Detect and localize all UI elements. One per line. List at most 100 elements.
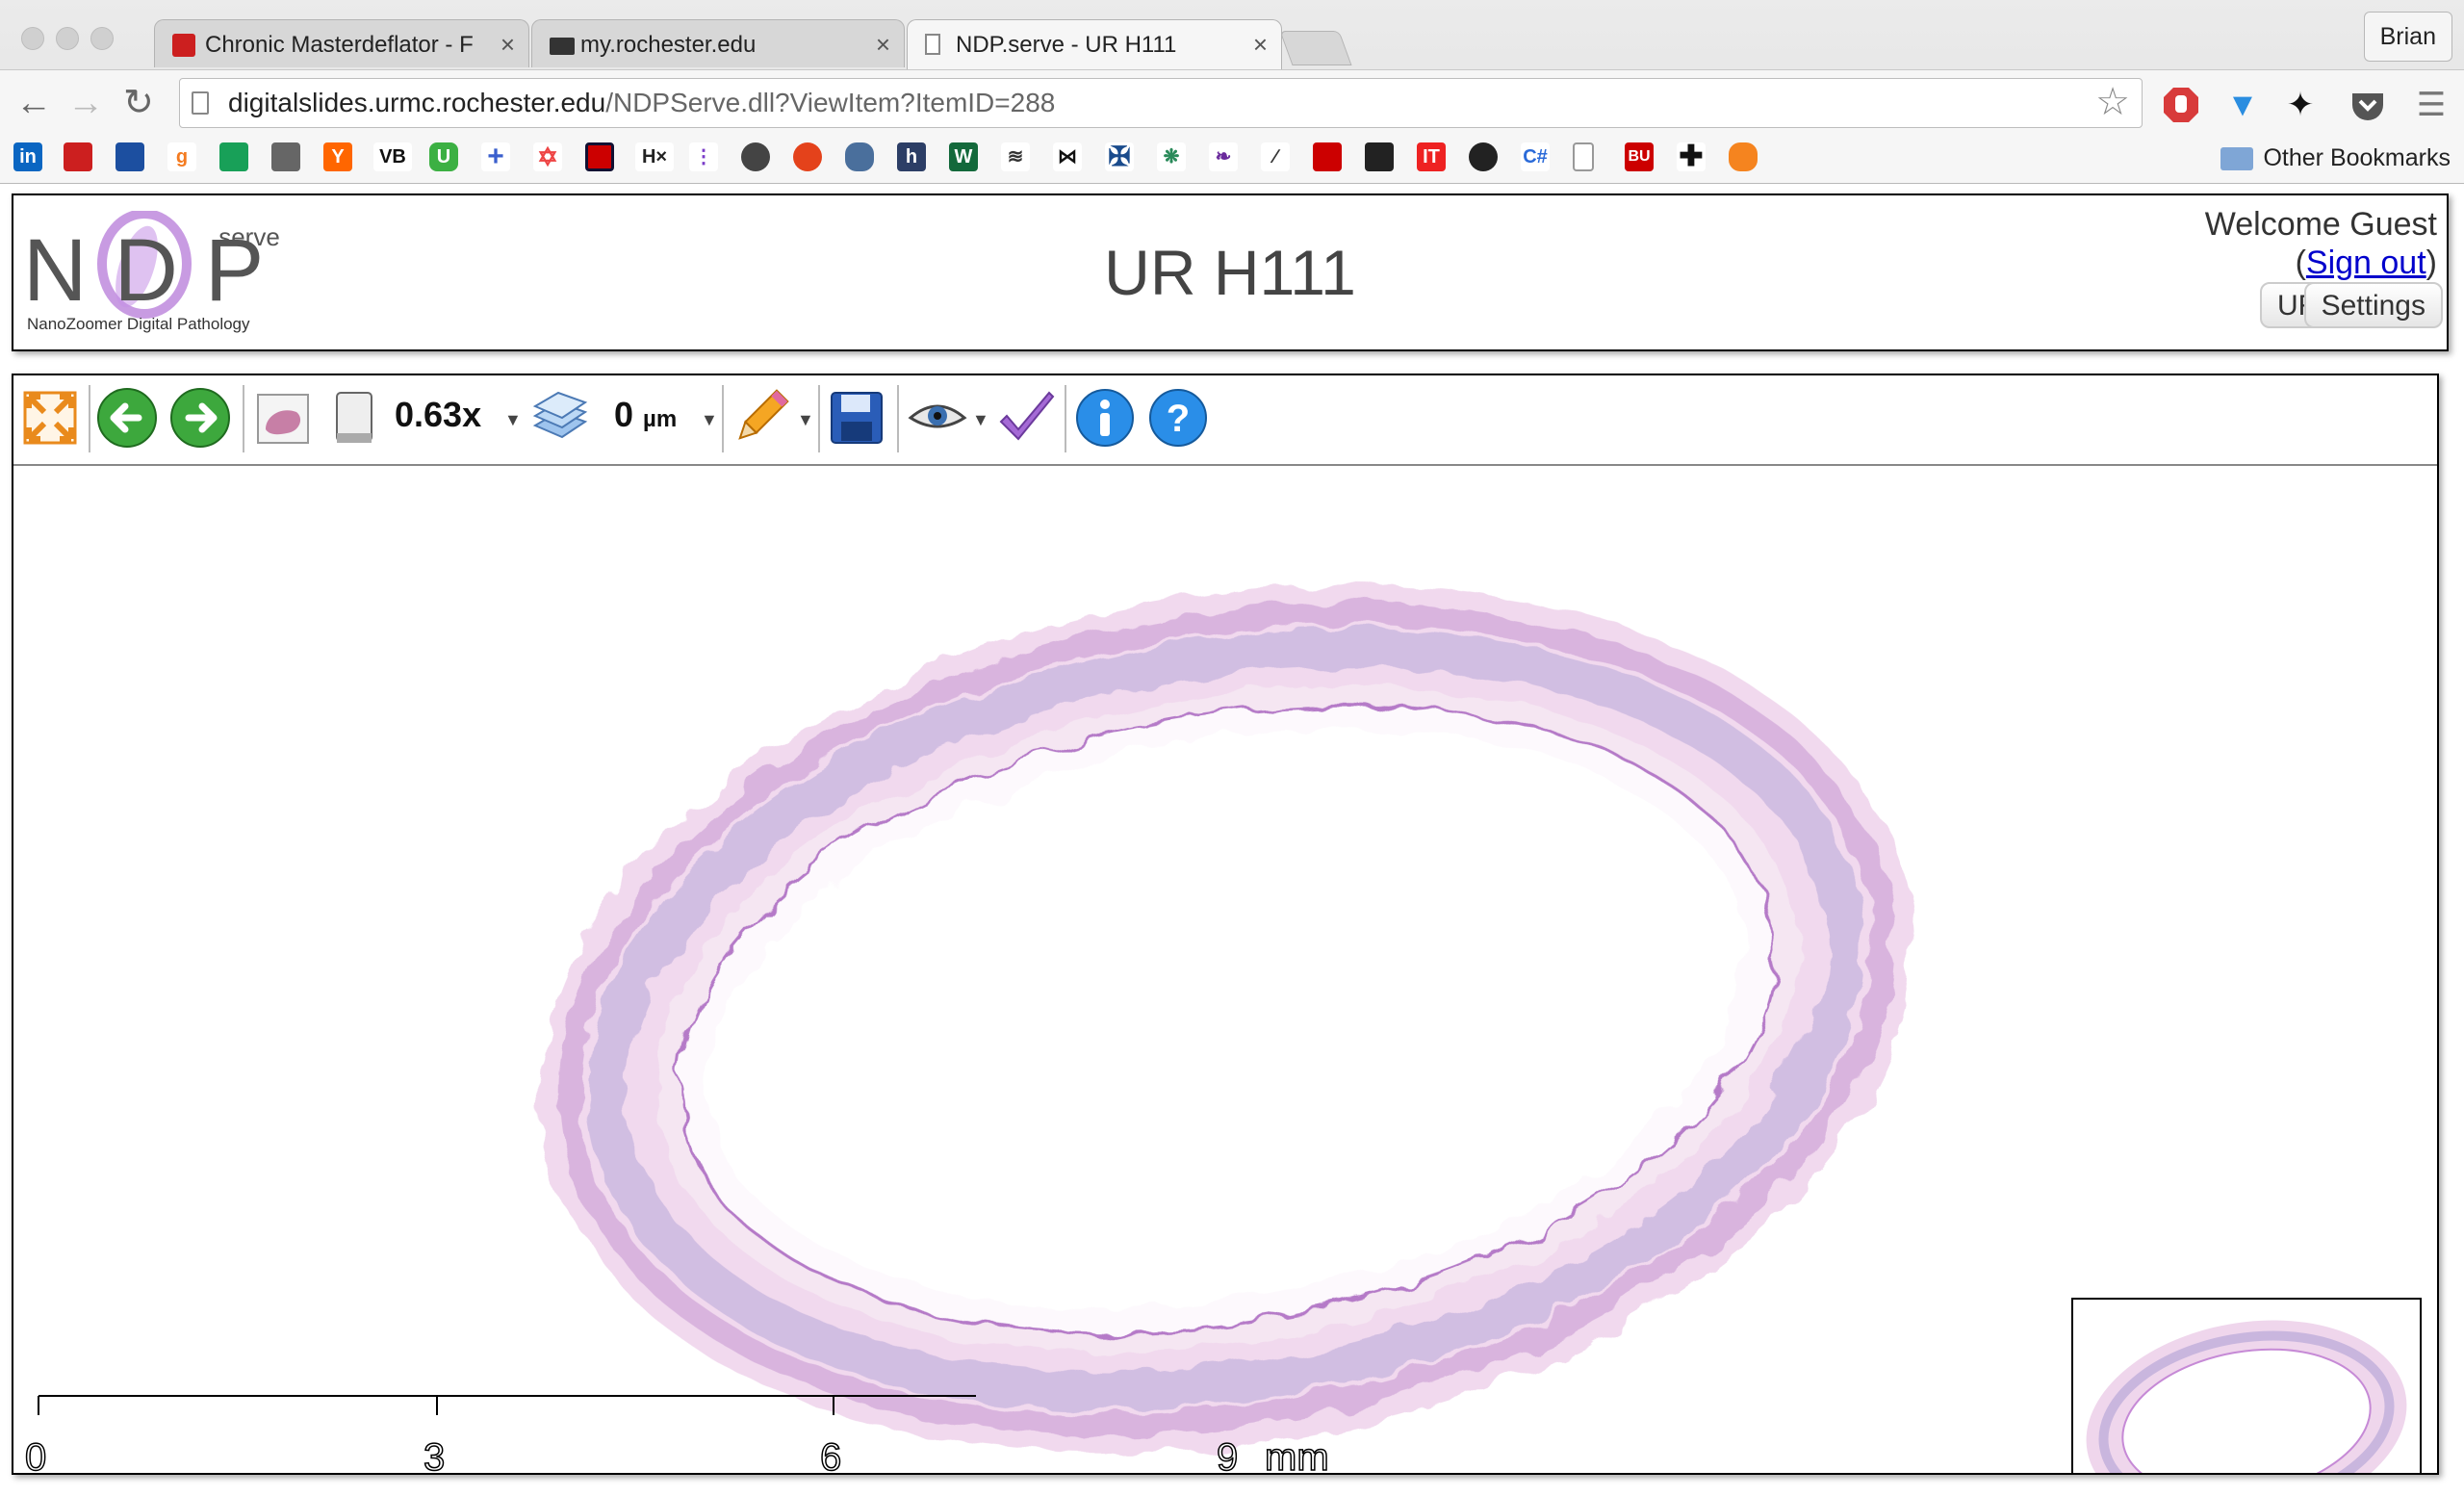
zoom-level[interactable]: 0.63x [395, 395, 481, 435]
settings-button[interactable]: Settings [2303, 282, 2443, 328]
tab-close-icon[interactable]: × [876, 30, 890, 60]
focus-unit: µm [643, 406, 678, 432]
rochester-icon [550, 38, 575, 55]
fit-to-view-icon[interactable] [19, 387, 81, 449]
paren-close: ) [2426, 245, 2437, 281]
scale-bar-ticks [38, 1395, 976, 1415]
dark-bookmark[interactable] [1365, 142, 1394, 171]
bank-bookmark[interactable] [116, 142, 144, 171]
back-icon[interactable]: ← [15, 82, 52, 124]
hexagon-bookmark[interactable] [1729, 142, 1758, 171]
bu-bookmark[interactable]: BU [1625, 142, 1654, 171]
pinwheel-bookmark[interactable]: ✡ [533, 142, 562, 171]
news-bookmark[interactable] [271, 142, 300, 171]
previous-slide-icon[interactable] [96, 387, 158, 449]
check-icon[interactable] [995, 387, 1057, 449]
sign-out-link[interactable]: Sign out [2306, 245, 2426, 281]
vb-bookmark[interactable]: VB [373, 142, 412, 171]
pocket-icon[interactable] [2348, 86, 2387, 124]
linkedin-bookmark[interactable]: in [13, 142, 42, 171]
bookmark-star-icon[interactable]: ☆ [2095, 83, 2130, 121]
csharp-bookmark[interactable]: C# [1521, 142, 1550, 171]
dots-bookmark[interactable]: ⋮ [689, 142, 718, 171]
hx-bookmark[interactable]: H× [635, 142, 674, 171]
new-tab-button[interactable] [1279, 31, 1352, 65]
info-icon[interactable] [1074, 387, 1136, 449]
feather-bookmark[interactable]: ❧ [1209, 142, 1238, 171]
welcome-area: Welcome Guest (Sign out) [2205, 205, 2437, 282]
network-bookmark[interactable]: ❋ [1157, 142, 1186, 171]
address-bar[interactable]: digitalslides.urmc.rochester.edu/NDPServ… [179, 78, 2143, 128]
visibility-eye-icon[interactable] [907, 387, 968, 449]
welcome-text: Welcome Guest [2204, 206, 2437, 243]
window-minimize-button[interactable] [56, 27, 79, 50]
url-host: digitalslides.urmc.rochester.edu [228, 88, 606, 117]
bookmark-label: in [19, 146, 37, 168]
slide-overview-icon[interactable] [252, 387, 314, 449]
it-bookmark[interactable]: IT [1417, 142, 1446, 171]
paren-open: ( [2295, 245, 2306, 281]
plus-bookmark[interactable]: + [481, 142, 510, 171]
hackernews-bookmark[interactable]: Y [323, 142, 352, 171]
w-bookmark[interactable]: W [949, 142, 978, 171]
focus-value: 0 µm [614, 395, 677, 435]
extension-ninja-icon[interactable]: ✦ [2281, 86, 2320, 124]
slide-image-area[interactable]: 0 3 6 9 mm [13, 466, 2437, 1473]
annotation-pencil-icon[interactable] [730, 387, 791, 449]
bookmark-label: g [175, 146, 189, 168]
folder-icon [2220, 147, 2254, 171]
h-bookmark[interactable]: h [897, 142, 926, 171]
grid-bookmark[interactable] [585, 142, 614, 171]
espn-icon [172, 34, 195, 57]
forward-icon[interactable]: → [67, 82, 104, 124]
page-icon [925, 34, 940, 55]
cross-bookmark[interactable]: ✠ [1105, 142, 1134, 171]
chart-bookmark[interactable] [1313, 142, 1342, 171]
focus-dropdown-icon[interactable]: ▼ [701, 410, 718, 430]
face-bookmark[interactable] [1469, 142, 1498, 171]
focus-layers-icon[interactable] [529, 387, 591, 449]
espn-bookmark[interactable] [64, 142, 92, 171]
adblock-icon[interactable] [2162, 86, 2200, 124]
overview-thumbnail[interactable] [2071, 1298, 2422, 1473]
database-bookmark[interactable] [845, 142, 874, 171]
bookmark-label: Y [331, 146, 345, 168]
window-zoom-button[interactable] [90, 27, 114, 50]
ndp-header: NDP .serve NanoZoomer Digital Pathology … [12, 193, 2449, 351]
other-bookmarks-label: Other Bookmarks [2263, 144, 2451, 171]
lines-bookmark[interactable]: ∕ [1261, 142, 1290, 171]
window-close-button[interactable] [21, 27, 44, 50]
medium-bookmark[interactable] [219, 142, 248, 171]
u-bookmark[interactable]: U [429, 142, 458, 171]
toolbar-separator [818, 385, 820, 452]
visibility-dropdown-icon[interactable]: ▼ [972, 410, 989, 430]
medical-cross-bookmark[interactable]: ✚ [1677, 142, 1706, 171]
extension-v-icon[interactable]: ▼ [2223, 86, 2262, 124]
slide-label-icon[interactable] [323, 387, 385, 449]
bowtie-bookmark[interactable]: ⋈ [1053, 142, 1082, 171]
other-bookmarks[interactable]: Other Bookmarks [2220, 139, 2451, 177]
tab-close-icon[interactable]: × [500, 30, 515, 60]
slide-viewer: 0.63x ▼ 0 µm ▼ ▼ ▼ ? 0 3 6 9 mm [12, 374, 2439, 1475]
stripes-bookmark[interactable]: ≋ [1001, 142, 1030, 171]
reload-icon[interactable]: ↻ [123, 82, 154, 124]
profile-button[interactable]: Brian [2363, 12, 2452, 62]
next-slide-icon[interactable] [169, 387, 231, 449]
tab-close-icon[interactable]: × [1253, 30, 1268, 60]
tomato-bookmark[interactable] [793, 142, 822, 171]
bookmark-label: VB [379, 146, 406, 168]
scale-unit: mm [1264, 1435, 1329, 1473]
menu-icon[interactable]: ☰ [2412, 86, 2451, 124]
zoom-dropdown-icon[interactable]: ▼ [504, 410, 522, 430]
save-icon[interactable] [826, 387, 887, 449]
toolbar-separator [89, 385, 90, 452]
thumbnail-image[interactable] [2073, 1300, 2420, 1473]
annotation-dropdown-icon[interactable]: ▼ [797, 410, 814, 430]
appspress-bookmark[interactable] [741, 142, 770, 171]
goodreads-bookmark[interactable]: g [167, 142, 196, 171]
tab-chronic-masterdeflator[interactable]: Chronic Masterdeflator - Fr × [154, 19, 529, 67]
tab-ndp-serve[interactable]: NDP.serve - UR H111 × [907, 19, 1282, 69]
blank-bookmark[interactable] [1573, 142, 1594, 171]
help-icon[interactable]: ? [1147, 387, 1209, 449]
tab-my-rochester[interactable]: my.rochester.edu × [531, 19, 905, 67]
